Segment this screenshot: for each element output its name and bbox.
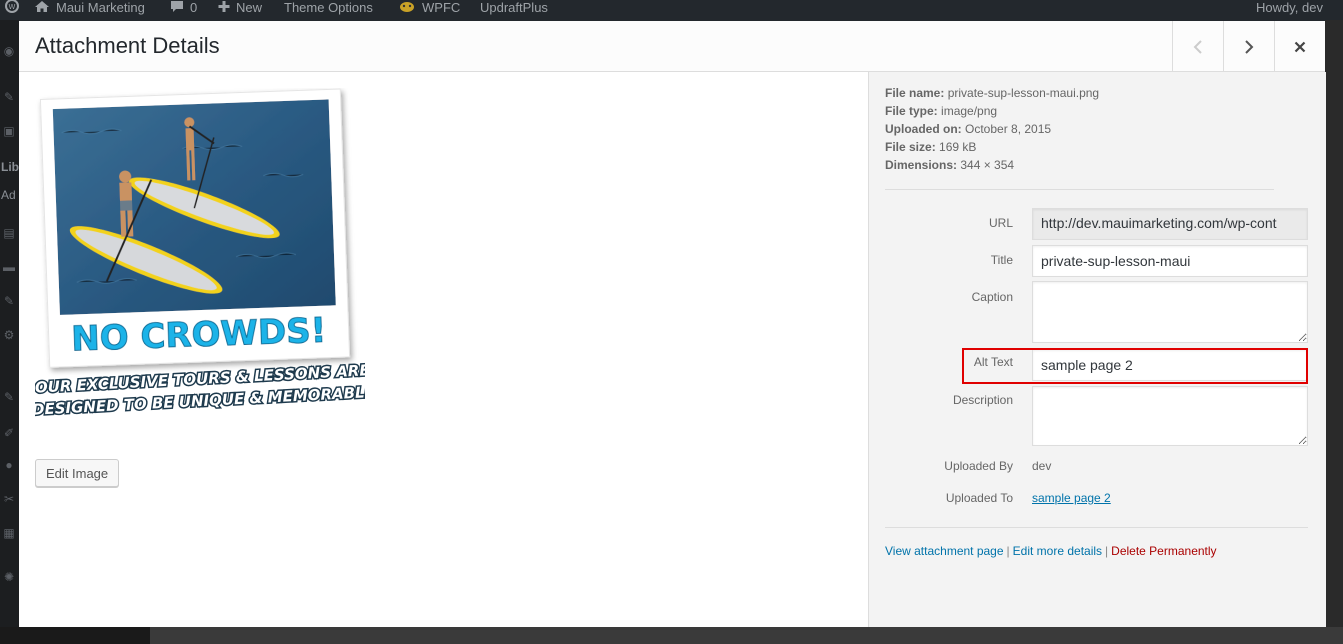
divider xyxy=(885,527,1308,528)
gear-icon[interactable]: ⚙ xyxy=(1,328,17,342)
uploaded-on-value: October 8, 2015 xyxy=(965,122,1052,136)
uploaded-on-label: Uploaded on: xyxy=(885,122,962,136)
chevron-left-icon xyxy=(1193,40,1202,54)
separator: | xyxy=(1105,544,1109,558)
new-content-link[interactable]: New xyxy=(218,0,262,20)
uploaded-by-label: Uploaded By xyxy=(944,459,1013,473)
cheetah-icon[interactable]: ✺ xyxy=(1,570,17,584)
attachment-image: NO CROWDS! OUR EXCLUSIVE TOURS & LESSONS… xyxy=(30,88,378,428)
uploaded-on-row: Uploaded on: October 8, 2015 xyxy=(885,120,1099,138)
caption-label: Caption xyxy=(971,290,1013,304)
howdy-user-link[interactable]: Howdy, dev xyxy=(1256,0,1323,20)
theme-options-link[interactable]: Theme Options xyxy=(284,0,373,20)
backdrop-right xyxy=(1325,20,1343,627)
comments-link[interactable]: 0 xyxy=(170,0,197,20)
admin-sidebar: ◉ ✎ ▣ Lib Ad ▤ ▬ ✎ ⚙ ✎ ✐ ● ✂ ▦ ✺ xyxy=(0,20,19,644)
close-modal-button[interactable] xyxy=(1274,21,1324,71)
url-field[interactable]: http://dev.mauimarketing.com/wp-cont xyxy=(1032,208,1308,240)
wordpress-logo-icon[interactable]: W xyxy=(4,0,22,20)
updraftplus-link[interactable]: UpdraftPlus xyxy=(480,0,548,20)
attachment-details-modal: Attachment Details NO CROWDS! OUR EXCLUS… xyxy=(19,21,1326,627)
cheetah-icon xyxy=(398,0,416,17)
separator: | xyxy=(1006,544,1010,558)
uploaded-by-value: dev xyxy=(1032,459,1052,473)
polaroid-image: NO CROWDS! OUR EXCLUSIVE TOURS & LESSONS… xyxy=(30,88,378,420)
media-icon[interactable]: ▣ xyxy=(1,124,17,138)
file-info: File name: private-sup-lesson-maui.png F… xyxy=(885,84,1099,174)
pages-icon[interactable]: ▤ xyxy=(1,226,17,240)
file-size-label: File size: xyxy=(885,140,936,154)
backdrop-content-pane xyxy=(150,627,1343,644)
modal-title: Attachment Details xyxy=(35,33,220,58)
edit-image-button[interactable]: Edit Image xyxy=(35,459,120,487)
caption-textarea[interactable] xyxy=(1032,281,1308,343)
description-textarea[interactable] xyxy=(1032,386,1308,446)
modal-header: Attachment Details xyxy=(19,21,1325,72)
attachment-actions: View attachment page | Edit more details | D… xyxy=(885,544,1217,558)
uploaded-to-link[interactable]: sample page 2 xyxy=(1032,491,1111,505)
delete-permanently-link[interactable]: Delete Permanently xyxy=(1111,544,1216,558)
view-attachment-page-link[interactable]: View attachment page xyxy=(885,544,1004,558)
dimensions-row: Dimensions: 344 × 354 xyxy=(885,156,1099,174)
dashboard-icon[interactable]: ◉ xyxy=(1,44,17,58)
alt-text-label: Alt Text xyxy=(973,355,1013,369)
file-type-row: File type: image/png xyxy=(885,102,1099,120)
file-name-row: File name: private-sup-lesson-maui.png xyxy=(885,84,1099,102)
divider xyxy=(885,189,1274,190)
svg-text:W: W xyxy=(9,3,16,11)
url-label: URL xyxy=(988,216,1013,230)
sidebar-add-fragment[interactable]: Ad xyxy=(1,188,19,202)
site-name-link[interactable]: Maui Marketing xyxy=(34,0,145,20)
home-icon xyxy=(34,0,50,16)
file-size-row: File size: 169 kB xyxy=(885,138,1099,156)
file-type-label: File type: xyxy=(885,104,938,118)
plugins-icon[interactable]: ✐ xyxy=(1,426,17,440)
wpfc-label: WPFC xyxy=(422,0,461,15)
title-input[interactable] xyxy=(1032,245,1308,277)
chevron-right-icon xyxy=(1245,40,1254,54)
admin-bar: W Maui Marketing 0 New Theme Options WPF… xyxy=(0,0,1343,20)
pin-icon[interactable]: ✎ xyxy=(1,294,17,308)
attachment-preview-area: NO CROWDS! OUR EXCLUSIVE TOURS & LESSONS… xyxy=(19,72,868,627)
comment-bubble-icon xyxy=(170,0,184,16)
file-size-value: 169 kB xyxy=(939,140,977,154)
comments-count: 0 xyxy=(190,0,198,15)
file-name-value: private-sup-lesson-maui.png xyxy=(947,86,1100,100)
sidebar-library-fragment[interactable]: Lib xyxy=(1,160,19,174)
dimensions-value: 344 × 354 xyxy=(960,158,1015,172)
dimensions-label: Dimensions: xyxy=(885,158,958,172)
comments-icon[interactable]: ▬ xyxy=(1,260,17,274)
file-name-label: File name: xyxy=(885,86,945,100)
appearance-icon[interactable]: ✎ xyxy=(1,390,17,404)
settings-icon[interactable]: ▦ xyxy=(1,526,17,540)
file-type-value: image/png xyxy=(941,104,998,118)
new-label: New xyxy=(236,0,263,15)
uploaded-to-value: sample page 2 xyxy=(1032,491,1111,505)
next-attachment-button[interactable] xyxy=(1223,21,1273,71)
edit-more-details-link[interactable]: Edit more details xyxy=(1013,544,1102,558)
close-icon xyxy=(1294,41,1306,53)
title-label: Title xyxy=(990,253,1013,267)
backdrop-bottom xyxy=(0,627,1343,644)
alt-text-input[interactable] xyxy=(1032,349,1308,381)
pin-icon[interactable]: ✎ xyxy=(1,90,17,104)
users-icon[interactable]: ● xyxy=(1,458,17,472)
uploaded-to-label: Uploaded To xyxy=(945,491,1013,505)
previous-attachment-button[interactable] xyxy=(1172,21,1222,71)
tools-icon[interactable]: ✂ xyxy=(1,492,17,506)
site-name-label: Maui Marketing xyxy=(56,0,145,15)
attachment-details-sidebar: File name: private-sup-lesson-maui.png F… xyxy=(868,72,1326,627)
description-label: Description xyxy=(952,393,1013,407)
wpfc-link[interactable]: WPFC xyxy=(398,0,460,20)
plus-icon xyxy=(218,0,230,16)
